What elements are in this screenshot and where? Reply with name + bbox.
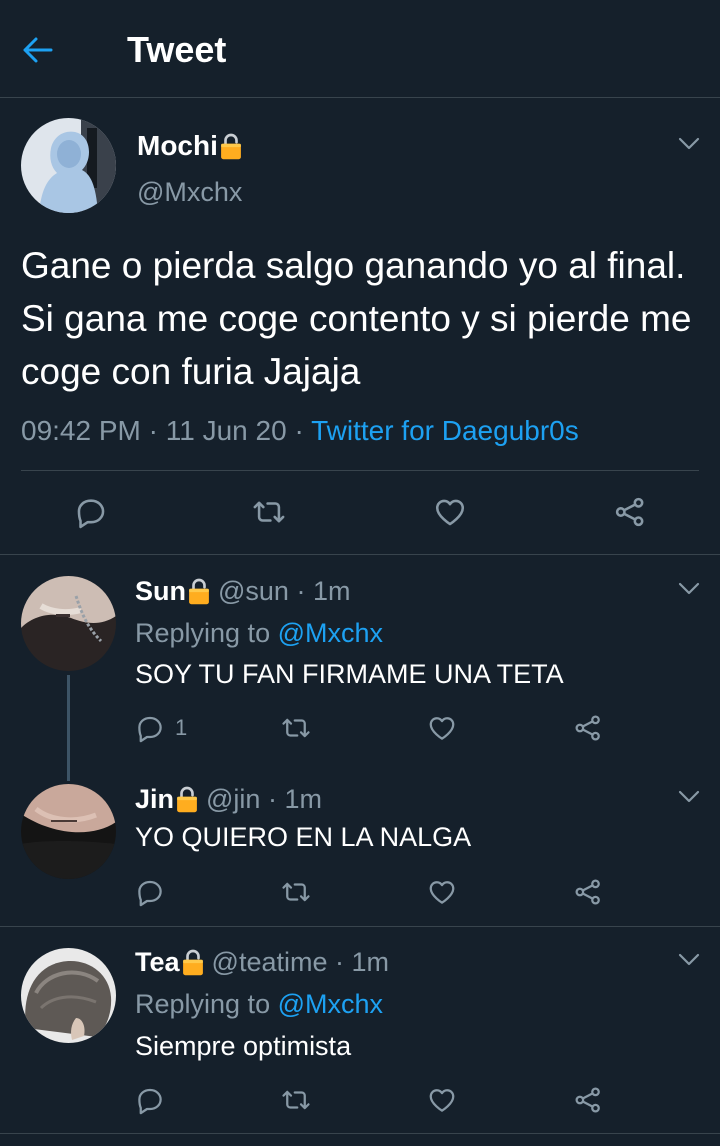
divider bbox=[21, 470, 699, 471]
reply-text: SOY TU FAN FIRMAME UNA TETA bbox=[135, 659, 564, 689]
like-icon bbox=[427, 713, 457, 743]
avatar-image bbox=[21, 948, 116, 1043]
retweet-button[interactable] bbox=[252, 495, 286, 529]
replying-to: Replying to @Mxchx bbox=[135, 618, 384, 648]
avatar[interactable] bbox=[21, 118, 116, 213]
user-handle[interactable]: @Mxchx bbox=[137, 175, 242, 209]
user-name[interactable]: Mochi bbox=[137, 129, 242, 163]
tweet-actions bbox=[0, 491, 720, 533]
retweet-icon bbox=[281, 713, 311, 743]
chevron-down-icon[interactable] bbox=[678, 790, 700, 804]
user-name[interactable]: Jin bbox=[135, 782, 198, 816]
reply-button[interactable] bbox=[74, 495, 108, 529]
divider bbox=[0, 1133, 720, 1134]
reply-button[interactable] bbox=[135, 877, 165, 907]
share-button[interactable] bbox=[573, 877, 603, 907]
top-bar: Tweet bbox=[0, 0, 720, 98]
tweet-text: Gane o pierda salgo ganando yo al final.… bbox=[21, 245, 692, 392]
retweet-icon bbox=[281, 877, 311, 907]
share-button[interactable] bbox=[573, 1085, 603, 1115]
user-name[interactable]: Tea bbox=[135, 945, 204, 979]
share-button[interactable] bbox=[573, 713, 603, 743]
reply-time: 1m bbox=[351, 947, 389, 977]
reply-text: Siempre optimista bbox=[135, 1031, 352, 1061]
avatar[interactable] bbox=[21, 576, 116, 671]
tweet-date: 11 Jun 20 bbox=[165, 415, 287, 446]
like-button[interactable] bbox=[433, 495, 467, 529]
like-button[interactable] bbox=[427, 1085, 457, 1115]
reply-tweet[interactable]: Jin @jin · 1m YO QUIERO EN LA NALGA bbox=[0, 782, 720, 926]
chevron-down-icon[interactable] bbox=[678, 953, 700, 967]
user-handle[interactable]: @teatime bbox=[212, 945, 328, 979]
user-name[interactable]: Sun bbox=[135, 574, 210, 608]
share-button[interactable] bbox=[613, 495, 647, 529]
retweet-button[interactable] bbox=[281, 713, 311, 743]
reply-icon bbox=[135, 1085, 165, 1115]
avatar[interactable] bbox=[21, 948, 116, 1043]
avatar-image bbox=[21, 784, 116, 879]
avatar-image bbox=[21, 576, 116, 671]
reply-header: Tea @teatime · 1m bbox=[135, 945, 389, 979]
main-tweet: Mochi @Mxchx Gane o pierda salgo ganando… bbox=[0, 99, 720, 555]
reply-icon bbox=[135, 877, 165, 907]
arrow-left-icon bbox=[23, 37, 53, 63]
reply-text: YO QUIERO EN LA NALGA bbox=[135, 822, 472, 852]
tweet-source-link[interactable]: Twitter for Daegubr0s bbox=[311, 415, 579, 446]
retweet-button[interactable] bbox=[281, 1085, 311, 1115]
chevron-down-icon[interactable] bbox=[678, 582, 700, 596]
reply-time: 1m bbox=[284, 784, 322, 814]
like-button[interactable] bbox=[427, 877, 457, 907]
like-icon bbox=[427, 877, 457, 907]
reply-tweet[interactable]: Tea @teatime · 1m Replying to @Mxchx Sie… bbox=[0, 927, 720, 1133]
user-handle[interactable]: @jin bbox=[206, 782, 260, 816]
user-handle[interactable]: @sun bbox=[218, 574, 289, 608]
reply-header: Jin @jin · 1m bbox=[135, 782, 322, 816]
reply-icon bbox=[74, 495, 108, 529]
mention-link[interactable]: @Mxchx bbox=[278, 989, 383, 1019]
retweet-icon bbox=[281, 1085, 311, 1115]
share-icon bbox=[573, 1085, 603, 1115]
reply-tweet[interactable]: Sun @sun · 1m Replying to @Mxchx SOY TU … bbox=[0, 556, 720, 782]
lock-icon bbox=[176, 784, 198, 814]
chevron-down-icon[interactable] bbox=[678, 137, 700, 151]
reply-time: 1m bbox=[312, 576, 351, 606]
avatar[interactable] bbox=[21, 784, 116, 879]
tweet-meta: 09:42 PM · 11 Jun 20 · Twitter for Daegu… bbox=[21, 415, 579, 446]
reply-actions bbox=[0, 1082, 720, 1118]
share-icon bbox=[573, 713, 603, 743]
back-button[interactable] bbox=[22, 30, 78, 70]
lock-icon bbox=[220, 131, 242, 161]
retweet-icon bbox=[252, 495, 286, 529]
like-icon bbox=[427, 1085, 457, 1115]
replying-to: Replying to @Mxchx bbox=[135, 989, 384, 1019]
avatar-image bbox=[21, 118, 116, 213]
tweet-time: 09:42 PM bbox=[21, 415, 141, 446]
reply-icon bbox=[135, 713, 165, 743]
reply-actions bbox=[0, 874, 720, 910]
reply-button[interactable]: 1 bbox=[135, 713, 187, 743]
reply-count: 1 bbox=[175, 715, 188, 740]
share-icon bbox=[573, 877, 603, 907]
retweet-button[interactable] bbox=[281, 877, 311, 907]
lock-icon bbox=[182, 947, 204, 977]
like-button[interactable] bbox=[427, 713, 457, 743]
like-icon bbox=[433, 495, 467, 529]
lock-icon bbox=[188, 576, 210, 606]
mention-link[interactable]: @Mxchx bbox=[278, 618, 383, 648]
reply-button[interactable] bbox=[135, 1085, 165, 1115]
share-icon bbox=[613, 495, 647, 529]
reply-actions: 1 bbox=[0, 710, 720, 746]
reply-header: Sun @sun · 1m bbox=[135, 574, 351, 608]
page-title: Tweet bbox=[127, 29, 227, 70]
